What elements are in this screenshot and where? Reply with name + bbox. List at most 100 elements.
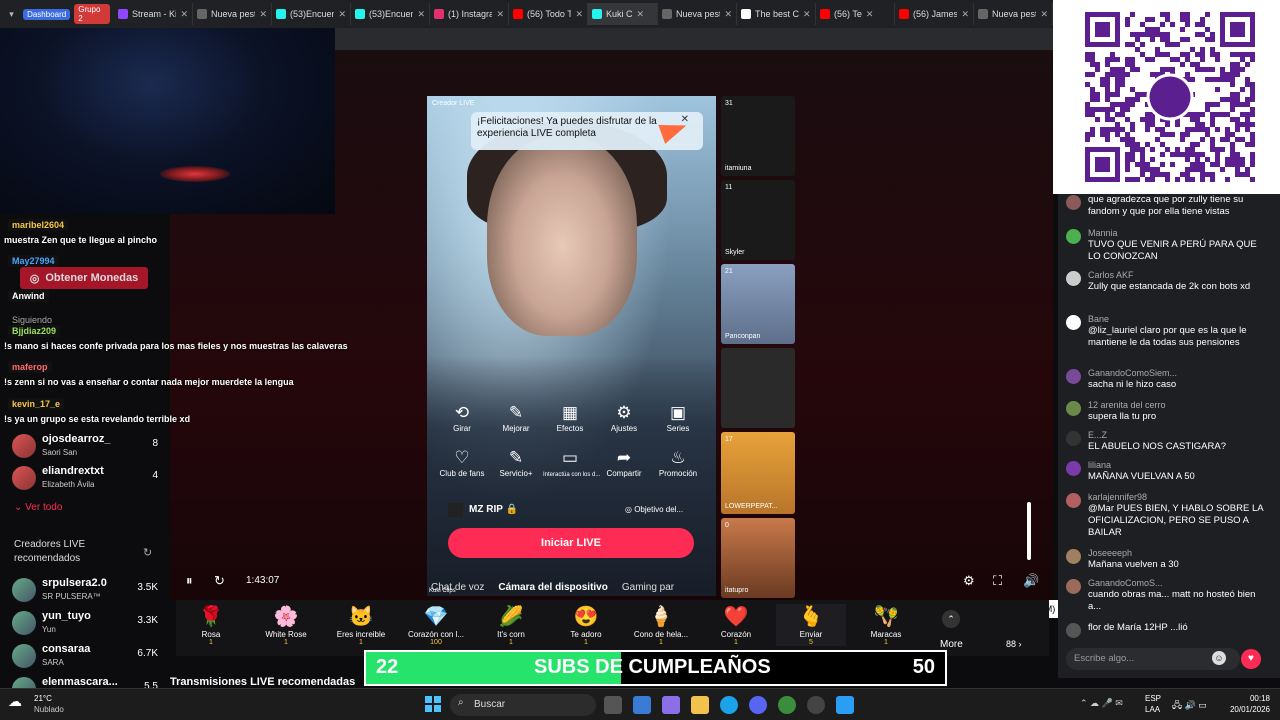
volume-icon[interactable]: 🔊 xyxy=(1023,573,1039,589)
fullscreen-icon[interactable]: ⛶ xyxy=(993,573,1002,589)
network-volume-icons[interactable]: 🖧 🔊 ▭ xyxy=(1172,698,1207,714)
gift-item[interactable]: 🪇 Maracas 1 xyxy=(851,604,921,646)
keyboard-layout[interactable]: LAA xyxy=(1145,705,1160,714)
series-button[interactable]: ▣ Series xyxy=(651,402,705,433)
effects-button[interactable]: ▦ Efectos xyxy=(543,402,597,433)
avatar[interactable] xyxy=(1066,461,1081,476)
browser-tab[interactable]: Stream - Ki ✕ xyxy=(114,3,193,25)
windows-start-icon[interactable] xyxy=(425,696,441,712)
chat-username[interactable]: E...Z xyxy=(1088,430,1107,440)
chat-username[interactable]: Bjjdiaz209 xyxy=(8,325,61,337)
close-tab-icon[interactable]: ✕ xyxy=(180,9,188,20)
chat-username[interactable]: maferop xyxy=(8,361,52,373)
task-view-icon[interactable] xyxy=(604,696,622,714)
following-item[interactable]: eliandrextxt Elizabeth Ávila 4 xyxy=(12,462,158,496)
reload-icon[interactable]: ↻ xyxy=(214,573,225,589)
live-title[interactable]: MZ RIP 🔒 xyxy=(469,504,518,515)
discord-icon[interactable] xyxy=(749,696,767,714)
avatar[interactable] xyxy=(1066,195,1081,210)
chat-username[interactable]: Carlos AKF xyxy=(1088,270,1134,280)
close-tab-icon[interactable]: ✕ xyxy=(803,9,811,20)
close-tab-icon[interactable]: ✕ xyxy=(338,9,346,20)
start-live-button[interactable]: Iniciar LIVE xyxy=(448,528,694,558)
close-tab-icon[interactable]: ✕ xyxy=(496,9,504,20)
close-tab-icon[interactable]: ✕ xyxy=(417,9,425,20)
gaming-mode[interactable]: Gaming par xyxy=(622,582,674,593)
close-tab-icon[interactable]: ✕ xyxy=(961,9,969,20)
settings-button[interactable]: ⚙ Ajustes xyxy=(597,402,651,433)
gift-item[interactable]: 🌹 Rosa 1 xyxy=(176,604,246,646)
chevron-up-icon[interactable]: ⌃ xyxy=(942,610,960,628)
recommended-item[interactable]: srpulsera2.0 SR PULSERA™ 3.5K xyxy=(12,574,158,608)
recommended-item[interactable]: consaraa SARA 6.7K xyxy=(12,640,158,674)
app-icon[interactable] xyxy=(778,696,796,714)
chat-username[interactable]: Mannia xyxy=(1088,228,1118,238)
avatar[interactable] xyxy=(1066,401,1081,416)
chat-username[interactable]: May27994 xyxy=(8,255,59,267)
gift-item[interactable]: 😍 Te adoro 1 xyxy=(551,604,621,646)
recommended-item[interactable]: yun_tuyo Yun 3.3K xyxy=(12,607,158,641)
browser-tab[interactable]: (56) Todo T ✕ xyxy=(509,3,588,25)
browser-tab[interactable]: (56) Te ✕ xyxy=(816,3,895,25)
avatar[interactable] xyxy=(1066,271,1081,286)
live-thumbnail[interactable]: 0 itatupro xyxy=(721,518,795,598)
volume-slider[interactable] xyxy=(1027,502,1031,560)
chat-username[interactable]: GanandoComoS... xyxy=(1088,578,1163,588)
settings-gear-icon[interactable]: ⚙ xyxy=(963,573,975,589)
avatar[interactable] xyxy=(1066,623,1081,638)
browser-tab[interactable]: Nueva pest ✕ xyxy=(658,3,737,25)
edge-icon[interactable] xyxy=(720,696,738,714)
gift-item[interactable]: 🍦 Cono de hela... 1 xyxy=(626,604,696,646)
browser-tab[interactable]: (1) Instagra ✕ xyxy=(430,3,509,25)
browser-tab[interactable]: Nueva pest ✕ xyxy=(974,3,1053,25)
chat-username[interactable]: 12 arenita del cerro xyxy=(1088,400,1166,410)
tab-group-dashboard[interactable]: Dashboard xyxy=(23,8,71,20)
avatar[interactable] xyxy=(1066,229,1081,244)
chat-username[interactable]: liliana xyxy=(1088,460,1111,470)
wand-button[interactable]: ✎ Mejorar xyxy=(489,402,543,433)
live-thumbnail[interactable] xyxy=(721,348,795,428)
close-tab-icon[interactable]: ✕ xyxy=(1040,9,1048,20)
gift-item[interactable]: ❤️ Corazón 1 xyxy=(701,604,771,646)
chat-button[interactable]: ▭ Interactúa con los d... xyxy=(543,447,600,478)
obs-icon[interactable] xyxy=(807,696,825,714)
chat-username[interactable]: karlajennifer98 xyxy=(1088,492,1147,502)
chat-username[interactable]: Bane xyxy=(1088,314,1109,324)
tab-list-chevron-icon[interactable]: ▾ xyxy=(0,9,23,20)
close-tab-icon[interactable]: ✕ xyxy=(866,9,874,20)
emoji-icon[interactable]: ☺ xyxy=(1212,651,1226,665)
device-camera-mode[interactable]: Cámara del dispositivo xyxy=(498,582,607,593)
following-item[interactable]: ojosdearroz_ Saori San 8 xyxy=(12,430,158,464)
gift-item[interactable]: 🌽 It's corn 1 xyxy=(476,604,546,646)
avatar[interactable] xyxy=(1066,549,1081,564)
chat-username[interactable]: kevin_17_e xyxy=(8,398,65,410)
chat-username[interactable]: maribel2604 xyxy=(8,219,69,231)
app2-icon[interactable] xyxy=(836,696,854,714)
avatar[interactable] xyxy=(1066,315,1081,330)
gift-item[interactable]: 💎 Corazón con l... 100 xyxy=(401,604,471,646)
gift-item[interactable]: 🌸 White Rose 1 xyxy=(251,604,321,646)
pause-icon[interactable]: ⏸ xyxy=(186,573,193,589)
avatar[interactable] xyxy=(1066,493,1081,508)
system-tray-icons[interactable]: ⌃ ☁ 🎤 ✉ xyxy=(1080,698,1123,709)
chat-username[interactable]: Anwind xyxy=(8,290,49,302)
live-thumbnail[interactable]: 17 LOWERPEPAT... xyxy=(721,432,795,514)
browser-tab[interactable]: Nueva pest ✕ xyxy=(193,3,272,25)
close-tab-icon[interactable]: ✕ xyxy=(724,9,732,20)
close-tab-icon[interactable]: ✕ xyxy=(259,9,267,20)
weather-icon[interactable]: ☁ xyxy=(8,693,22,710)
browser-tab[interactable]: Kuki C ✕ xyxy=(588,3,658,25)
live-thumbnail[interactable]: 31 itamiuna xyxy=(721,96,795,176)
avatar[interactable] xyxy=(1066,579,1081,594)
more-gifts-button[interactable]: More xyxy=(940,639,963,650)
chat-username[interactable]: Joseeeeph xyxy=(1088,548,1132,558)
close-icon[interactable]: ✕ xyxy=(681,114,689,126)
browser-tab[interactable]: (56) James ✕ xyxy=(895,3,974,25)
objective-button[interactable]: ◎ Objetivo del... xyxy=(625,505,683,514)
tab-group-2[interactable]: Grupo 2 xyxy=(74,4,110,24)
live-thumbnail[interactable]: 11 Skyler xyxy=(721,180,795,260)
gift-item[interactable]: 🫰 Enviar 5 xyxy=(776,604,846,646)
file-explorer-icon[interactable] xyxy=(691,696,709,714)
copilot-icon[interactable] xyxy=(662,696,680,714)
input-language[interactable]: ESP xyxy=(1145,694,1161,703)
